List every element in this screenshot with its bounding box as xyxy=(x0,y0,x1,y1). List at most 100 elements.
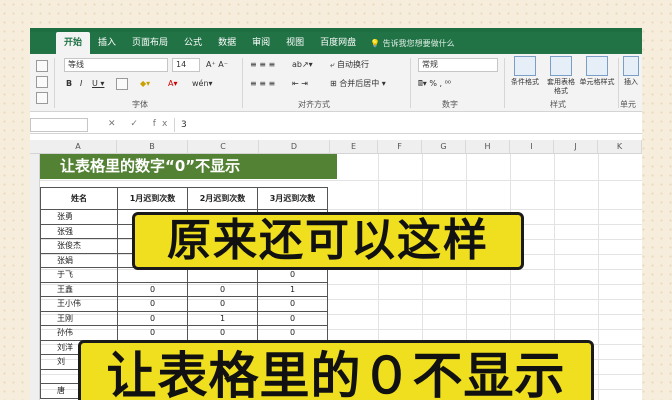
bold-button[interactable]: B xyxy=(66,78,72,90)
name-cell[interactable]: 张勇 xyxy=(40,209,118,225)
name-cell[interactable]: 孙伟 xyxy=(40,325,118,341)
phonetic-button[interactable]: wén▾ xyxy=(192,78,213,90)
table-format-button[interactable]: 套用表格格式 xyxy=(544,56,578,96)
tab-baidu-netdisk[interactable]: 百度网盘 xyxy=(312,32,364,54)
merge-center-label: 合并后居中 xyxy=(339,79,380,88)
cell-styles-label: 单元格样式 xyxy=(579,78,615,86)
name-cell[interactable]: 王小伟 xyxy=(40,296,118,312)
name-cell[interactable]: 于飞 xyxy=(40,267,118,283)
cut-icon[interactable] xyxy=(36,60,48,72)
table-header-cell[interactable]: 2月迟到次数 xyxy=(187,187,258,210)
border-icon[interactable] xyxy=(116,78,128,90)
table-header-cell[interactable]: 1月迟到次数 xyxy=(117,187,188,210)
table-header-cell[interactable]: 姓名 xyxy=(40,187,118,210)
underline-button[interactable]: U ▾ xyxy=(92,78,104,90)
group-number-label: 数字 xyxy=(442,100,458,109)
insert-cells-button[interactable]: 插入 xyxy=(618,56,642,87)
formula-bar-icons[interactable]: ✕ ✓ fx xyxy=(108,119,173,129)
fill-color-button[interactable]: ◆▾ xyxy=(140,78,150,90)
name-cell[interactable]: 王鑫 xyxy=(40,281,118,297)
count-cell[interactable]: 0 xyxy=(117,310,188,326)
copy-icon[interactable] xyxy=(36,76,48,88)
count-cell[interactable]: 0 xyxy=(117,296,188,312)
overlay-caption-bottom: 让表格里的０不显示 xyxy=(78,340,594,400)
table-row: 王刚 0 1 0 xyxy=(40,310,328,326)
name-cell[interactable]: 张强 xyxy=(40,223,118,239)
insert-cells-label: 插入 xyxy=(624,78,638,86)
tab-data[interactable]: 数据 xyxy=(210,32,244,54)
count-cell[interactable]: 0 xyxy=(117,325,188,341)
tab-view[interactable]: 视图 xyxy=(278,32,312,54)
wrap-text-label: 自动换行 xyxy=(337,60,370,69)
indent-buttons[interactable]: ⇤ ⇥ xyxy=(292,78,308,90)
grow-font-button[interactable]: A⁺ A⁻ xyxy=(206,59,228,71)
font-size-select[interactable]: 14 xyxy=(172,58,200,72)
overlay-caption-bottom-text: 让表格里的０不显示 xyxy=(106,347,566,400)
column-header-g[interactable]: G xyxy=(422,140,466,154)
sheet-title-banner[interactable]: 让表格里的数字“0”不显示 xyxy=(40,154,337,179)
tell-me-text: 告诉我您想要做什么 xyxy=(382,38,455,48)
column-headers: A B C D E F G H I J K xyxy=(30,140,642,154)
table-format-label: 套用表格格式 xyxy=(547,78,575,95)
name-box[interactable] xyxy=(30,118,88,132)
ribbon-home: 等线 14 A⁺ A⁻ B I U ▾ ◆▾ A▾ wén▾ 字体 ≡ ≡ ≡ … xyxy=(30,54,642,112)
number-format-select[interactable]: 常规 xyxy=(418,58,498,72)
orientation-button[interactable]: ab↗▾ xyxy=(292,59,313,71)
conditional-format-label: 条件格式 xyxy=(511,78,539,86)
group-font-label: 字体 xyxy=(132,100,148,109)
align-left-buttons[interactable]: ≡ ≡ ≡ xyxy=(250,78,275,90)
column-header-d[interactable]: D xyxy=(259,140,330,154)
tab-formulas[interactable]: 公式 xyxy=(176,32,210,54)
tab-insert[interactable]: 插入 xyxy=(90,32,124,54)
count-cell[interactable]: 0 xyxy=(257,296,328,312)
count-cell[interactable]: 0 xyxy=(187,296,258,312)
column-header-j[interactable]: J xyxy=(554,140,598,154)
font-color-button[interactable]: A▾ xyxy=(168,78,178,90)
count-cell[interactable]: 0 xyxy=(187,281,258,297)
column-header-b[interactable]: B xyxy=(117,140,188,154)
tab-home[interactable]: 开始 xyxy=(56,32,91,54)
table-row: 王鑫 0 0 1 xyxy=(40,281,328,297)
overlay-caption-top: 原来还可以这样 xyxy=(132,212,524,270)
column-header-c[interactable]: C xyxy=(188,140,259,154)
merge-center-button[interactable]: ⊞ 合并后居中 ▾ xyxy=(330,78,386,90)
table-row: 王小伟 0 0 0 xyxy=(40,296,328,312)
wrap-text-button[interactable]: ⤶ 自动换行 xyxy=(330,59,369,71)
count-cell[interactable]: 0 xyxy=(187,325,258,341)
name-cell[interactable]: 王刚 xyxy=(40,310,118,326)
column-header-e[interactable]: E xyxy=(330,140,378,154)
insert-cells-icon xyxy=(623,56,639,76)
table-format-icon xyxy=(550,56,572,76)
overlay-caption-top-text: 原来还可以这样 xyxy=(167,215,489,266)
column-header-a[interactable]: A xyxy=(40,140,117,154)
tab-review[interactable]: 审阅 xyxy=(244,32,278,54)
tab-page-layout[interactable]: 页面布局 xyxy=(124,32,176,54)
format-painter-icon[interactable] xyxy=(36,92,48,104)
number-format-buttons[interactable]: 🖩▾ % , ⁰⁰ xyxy=(418,78,451,90)
font-name-select[interactable]: 等线 xyxy=(64,58,168,72)
table-header-cell[interactable]: 3月迟到次数 xyxy=(257,187,328,210)
count-cell[interactable]: 1 xyxy=(187,310,258,326)
name-cell[interactable]: 张俊杰 xyxy=(40,238,118,254)
formula-input[interactable]: 3 xyxy=(174,118,634,132)
group-styles-label: 样式 xyxy=(550,100,566,109)
column-header-k[interactable]: K xyxy=(598,140,642,154)
group-alignment-label: 对齐方式 xyxy=(298,100,330,109)
count-cell[interactable]: 0 xyxy=(257,310,328,326)
conditional-format-button[interactable]: 条件格式 xyxy=(508,56,542,87)
column-header-h[interactable]: H xyxy=(466,140,510,154)
count-cell[interactable]: 0 xyxy=(257,325,328,341)
count-cell[interactable]: 0 xyxy=(117,281,188,297)
formula-bar: ✕ ✓ fx 3 xyxy=(30,116,642,134)
ribbon-tabs: 开始 插入 页面布局 公式 数据 审阅 视图 百度网盘 💡 告诉我您想要做什么 xyxy=(30,32,642,54)
table-header-row: 姓名 1月迟到次数 2月迟到次数 3月迟到次数 xyxy=(40,187,328,210)
align-top-buttons[interactable]: ≡ ≡ ≡ xyxy=(250,59,275,71)
tell-me-box[interactable]: 💡 告诉我您想要做什么 xyxy=(370,38,455,49)
cell-styles-icon xyxy=(586,56,608,76)
name-cell[interactable]: 张娟 xyxy=(40,252,118,268)
count-cell[interactable]: 1 xyxy=(257,281,328,297)
column-header-f[interactable]: F xyxy=(378,140,422,154)
column-header-i[interactable]: I xyxy=(510,140,554,154)
italic-button[interactable]: I xyxy=(80,78,82,90)
cell-styles-button[interactable]: 单元格样式 xyxy=(578,56,616,87)
